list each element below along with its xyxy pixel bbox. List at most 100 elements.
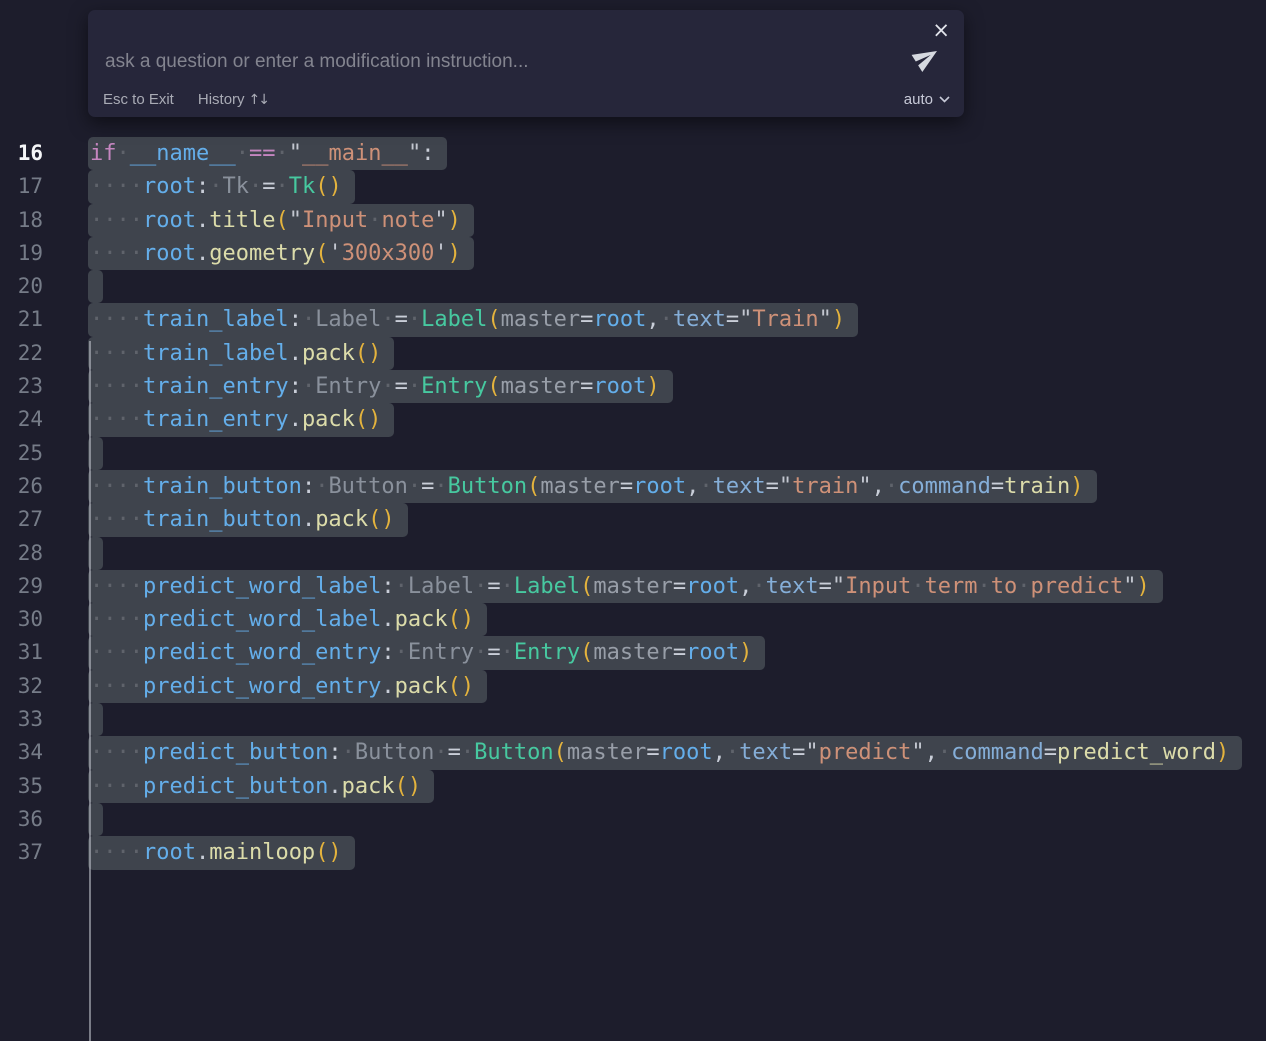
whitespace-dots: · bbox=[209, 174, 222, 199]
whitespace-dots: · bbox=[474, 574, 487, 599]
code-line-content[interactable] bbox=[88, 270, 103, 303]
code-line[interactable]: 26····train_button:·Button·=·Button(mast… bbox=[0, 470, 1266, 503]
code-token: = bbox=[487, 574, 500, 599]
code-token: Train bbox=[752, 307, 818, 332]
code-line[interactable]: 31····predict_word_entry:·Entry·=·Entry(… bbox=[0, 636, 1266, 669]
code-token: ( bbox=[554, 740, 567, 765]
code-token: Entry bbox=[514, 640, 580, 665]
code-token: pack bbox=[342, 774, 395, 799]
whitespace-dots: ···· bbox=[90, 574, 143, 599]
gutter-gap bbox=[43, 537, 88, 570]
code-line[interactable]: 28 bbox=[0, 537, 1266, 570]
whitespace-dots: · bbox=[461, 740, 474, 765]
code-token: title bbox=[209, 208, 275, 233]
whitespace-dots: ···· bbox=[90, 341, 143, 366]
code-line[interactable]: 20 bbox=[0, 270, 1266, 303]
code-token: Entry bbox=[315, 374, 381, 399]
code-token: term bbox=[925, 574, 978, 599]
code-token: " bbox=[1123, 574, 1136, 599]
code-token: ( bbox=[487, 307, 500, 332]
code-line-content[interactable]: ····predict_button:·Button·=·Button(mast… bbox=[88, 736, 1242, 769]
code-line[interactable]: 37 ····root.mainloop() bbox=[0, 836, 1266, 869]
code-line[interactable]: 36 bbox=[0, 803, 1266, 836]
indent-guide bbox=[89, 341, 91, 1041]
code-token: ) bbox=[448, 208, 461, 233]
code-line[interactable]: 33 bbox=[0, 703, 1266, 736]
code-line-content[interactable]: ····predict_word_entry.pack() bbox=[88, 670, 487, 703]
code-token: text bbox=[766, 574, 819, 599]
code-token: root bbox=[593, 307, 646, 332]
code-line[interactable]: 21····train_label:·Label·=·Label(master=… bbox=[0, 303, 1266, 336]
code-token: predict_word_entry bbox=[143, 674, 381, 699]
close-icon[interactable]: × bbox=[928, 18, 954, 43]
code-line-content[interactable]: ····root.mainloop() bbox=[88, 836, 355, 869]
whitespace-dots: · bbox=[381, 307, 394, 332]
code-line-content[interactable]: ····predict_button.pack() bbox=[88, 770, 434, 803]
code-line[interactable]: 35····predict_button.pack() bbox=[0, 770, 1266, 803]
code-token: Input bbox=[845, 574, 911, 599]
code-line[interactable]: 34····predict_button:·Button·=·Button(ma… bbox=[0, 736, 1266, 769]
code-token: root bbox=[593, 374, 646, 399]
code-token: . bbox=[289, 407, 302, 432]
code-token: train bbox=[792, 474, 858, 499]
code-line-content[interactable]: if·__name__·==·"__main__": bbox=[88, 137, 447, 170]
code-token: . bbox=[328, 774, 341, 799]
code-token: = bbox=[421, 474, 434, 499]
code-token: train_label bbox=[143, 341, 289, 366]
code-editor[interactable]: 16if·__name__·==·"__main__":17····root:·… bbox=[0, 137, 1266, 870]
code-line-content[interactable]: ····predict_word_entry:·Entry·=·Entry(ma… bbox=[88, 636, 765, 669]
code-line[interactable]: 24····train_entry.pack() bbox=[0, 403, 1266, 436]
prompt-input[interactable] bbox=[103, 46, 887, 78]
code-line-content[interactable]: ····train_button.pack() bbox=[88, 503, 408, 536]
line-number: 37 bbox=[0, 836, 43, 869]
code-token: root bbox=[143, 840, 196, 865]
code-line[interactable]: 18····root.title("Input·note") bbox=[0, 204, 1266, 237]
code-line[interactable]: 25 bbox=[0, 437, 1266, 470]
whitespace-dots: ···· bbox=[90, 774, 143, 799]
code-token: root bbox=[686, 640, 739, 665]
code-line-content[interactable]: ····train_entry:·Entry·=·Entry(master=ro… bbox=[88, 370, 673, 403]
code-line-content[interactable]: ····predict_word_label:·Label·=·Label(ma… bbox=[88, 570, 1163, 603]
code-token: text bbox=[713, 474, 766, 499]
whitespace-dots: · bbox=[501, 574, 514, 599]
whitespace-dots: · bbox=[408, 374, 421, 399]
code-line[interactable]: 27····train_button.pack() bbox=[0, 503, 1266, 536]
line-number: 29 bbox=[0, 570, 43, 603]
history-button[interactable]: History ↑↓ bbox=[198, 91, 268, 108]
code-token: Label bbox=[315, 307, 381, 332]
code-line[interactable]: 32····predict_word_entry.pack() bbox=[0, 670, 1266, 703]
code-line[interactable]: 29····predict_word_label:·Label·=·Label(… bbox=[0, 570, 1266, 603]
code-token: " bbox=[911, 740, 924, 765]
code-line-content[interactable]: ····root:·Tk·=·Tk() bbox=[88, 170, 355, 203]
gutter-gap bbox=[43, 703, 88, 736]
code-line-content[interactable]: ····train_button:·Button·=·Button(master… bbox=[88, 470, 1097, 503]
code-token: Button bbox=[448, 474, 527, 499]
code-line-content[interactable]: ····train_entry.pack() bbox=[88, 403, 394, 436]
line-number: 20 bbox=[0, 270, 43, 303]
code-line-content[interactable]: ····predict_word_label.pack() bbox=[88, 603, 487, 636]
code-token: : bbox=[381, 574, 394, 599]
code-line[interactable]: 23····train_entry:·Entry·=·Entry(master=… bbox=[0, 370, 1266, 403]
send-icon[interactable] bbox=[913, 44, 940, 71]
code-line-content[interactable]: ····train_label.pack() bbox=[88, 337, 394, 370]
whitespace-dots: · bbox=[978, 574, 991, 599]
code-token: predict_button bbox=[143, 774, 328, 799]
code-line-content[interactable]: ····root.title("Input·note") bbox=[88, 204, 474, 237]
code-line[interactable]: 30····predict_word_label.pack() bbox=[0, 603, 1266, 636]
code-line[interactable]: 19····root.geometry('300x300') bbox=[0, 237, 1266, 270]
code-token: . bbox=[381, 674, 394, 699]
code-token: root bbox=[143, 174, 196, 199]
code-token: = bbox=[580, 307, 593, 332]
code-line-content[interactable]: ····root.geometry('300x300') bbox=[88, 237, 474, 270]
code-token: ) bbox=[448, 241, 461, 266]
mode-dropdown[interactable]: auto bbox=[904, 91, 950, 108]
gutter-gap bbox=[43, 836, 88, 869]
code-token: master bbox=[567, 740, 646, 765]
code-line[interactable]: 22····train_label.pack() bbox=[0, 337, 1266, 370]
code-line-content[interactable]: ····train_label:·Label·=·Label(master=ro… bbox=[88, 303, 858, 336]
code-line[interactable]: 16if·__name__·==·"__main__": bbox=[0, 137, 1266, 170]
code-token: __name__ bbox=[130, 141, 236, 166]
code-token: = bbox=[580, 374, 593, 399]
code-line[interactable]: 17····root:·Tk·=·Tk() bbox=[0, 170, 1266, 203]
code-token: pack bbox=[395, 607, 448, 632]
